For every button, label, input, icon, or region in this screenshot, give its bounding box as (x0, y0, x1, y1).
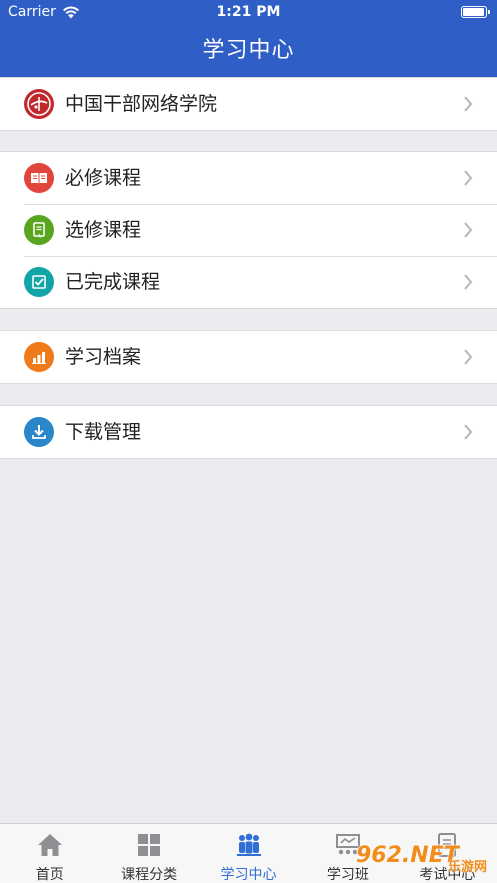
menu-item-label: 学习档案 (65, 346, 142, 368)
chevron-right-icon (464, 349, 473, 365)
status-time: 1:21 PM (216, 4, 281, 20)
academy-logo-icon (24, 89, 54, 119)
tab-label: 首页 (35, 867, 64, 883)
download-icon (24, 417, 54, 447)
group-academy: 中国干部网络学院 (0, 77, 497, 131)
menu-item-label: 必修课程 (65, 167, 142, 189)
checkbox-icon (24, 267, 54, 297)
grid-icon (138, 834, 161, 856)
home-icon (37, 834, 62, 856)
book-icon (24, 163, 54, 193)
page-title: 学习中心 (0, 24, 497, 77)
tab-home[interactable]: 首页 (0, 824, 99, 883)
menu-item-study-records[interactable]: 学习档案 (0, 331, 497, 383)
chevron-right-icon (464, 170, 473, 186)
watermark-logo: 962.NET 乐游网 (356, 830, 491, 880)
chevron-right-icon (464, 96, 473, 112)
chevron-right-icon (464, 424, 473, 440)
menu-item-download-manager[interactable]: 下载管理 (0, 406, 497, 458)
menu-item-elective-courses[interactable]: 选修课程 (0, 204, 497, 256)
menu-item-label: 中国干部网络学院 (65, 93, 218, 115)
group-courses: 必修课程 选修课程 已完成课程 (0, 151, 497, 309)
watermark-subtext: 乐游网 (447, 860, 487, 875)
people-icon (236, 833, 261, 856)
menu-item-label: 选修课程 (65, 219, 142, 241)
chevron-right-icon (464, 274, 473, 290)
menu-item-completed-courses[interactable]: 已完成课程 (0, 256, 497, 308)
bar-chart-icon (24, 342, 54, 372)
tab-study-center[interactable]: 学习中心 (199, 824, 298, 883)
menu-item-academy[interactable]: 中国干部网络学院 (0, 78, 497, 130)
status-bar: Carrier 1:21 PM (0, 0, 497, 24)
document-icon (24, 215, 54, 245)
watermark-text: 962.NET (356, 842, 459, 868)
group-downloads: 下载管理 (0, 405, 497, 459)
chevron-right-icon (464, 222, 473, 238)
menu-item-required-courses[interactable]: 必修课程 (0, 152, 497, 204)
tab-label: 学习中心 (220, 867, 277, 883)
tab-label: 课程分类 (121, 867, 178, 883)
menu-item-label: 已完成课程 (65, 271, 161, 293)
tab-course-categories[interactable]: 课程分类 (99, 824, 198, 883)
menu-item-label: 下载管理 (65, 421, 142, 443)
battery-icon (461, 6, 490, 18)
group-records: 学习档案 (0, 330, 497, 384)
